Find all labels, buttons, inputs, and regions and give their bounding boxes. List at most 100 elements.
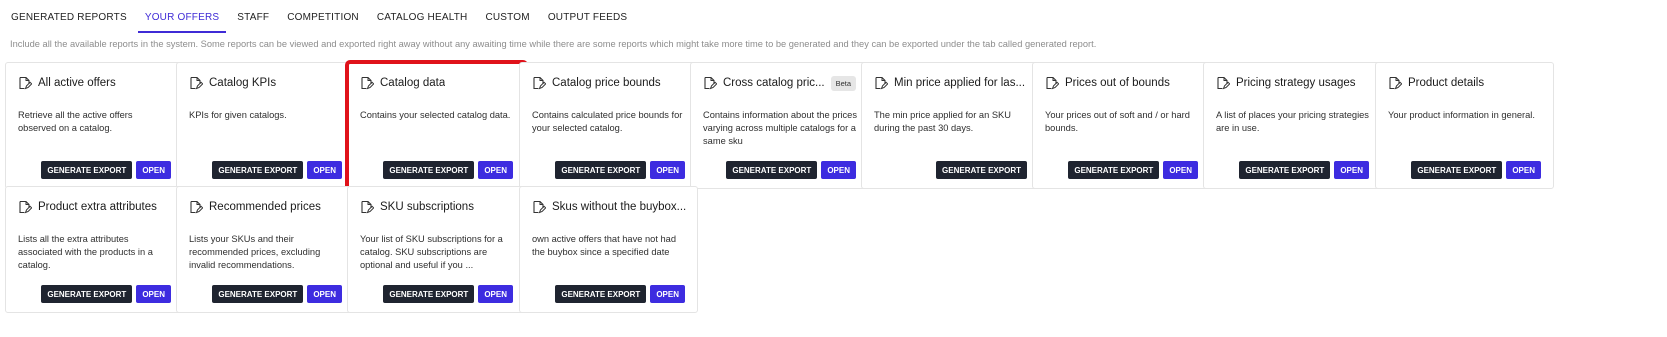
card-title: Product extra attributes	[38, 201, 157, 213]
tab-output-feeds[interactable]: OUTPUT FEEDS	[541, 0, 634, 33]
card-header: Catalog data	[360, 75, 517, 91]
edit-document-icon	[18, 200, 33, 214]
card-header: Cross catalog pric... Beta	[703, 75, 860, 91]
card-description: A list of places your pricing strategies…	[1216, 110, 1369, 133]
card-header: Prices out of bounds	[1045, 75, 1202, 91]
open-button[interactable]: OPEN	[307, 285, 342, 303]
card-title: Prices out of bounds	[1065, 77, 1170, 89]
card-actions: GENERATE EXPORT OPEN	[41, 161, 171, 179]
card-actions: GENERATE EXPORT OPEN	[555, 161, 685, 179]
tab-generated-reports[interactable]: GENERATED REPORTS	[4, 0, 134, 33]
open-button[interactable]: OPEN	[650, 285, 685, 303]
card-description: Contains your selected catalog data.	[360, 110, 511, 120]
report-card-product-details: Product details Your product information …	[1375, 62, 1554, 189]
card-actions: GENERATE EXPORT OPEN	[1068, 161, 1198, 179]
card-title: Product details	[1408, 77, 1485, 89]
generate-export-button[interactable]: GENERATE EXPORT	[726, 161, 818, 179]
generate-export-button[interactable]: GENERATE EXPORT	[41, 161, 133, 179]
card-title: SKU subscriptions	[380, 201, 474, 213]
edit-document-icon	[1216, 76, 1231, 90]
card-description: Lists your SKUs and their recommended pr…	[189, 234, 321, 270]
card-title: Cross catalog pric...	[723, 77, 825, 89]
generate-export-button[interactable]: GENERATE EXPORT	[383, 161, 475, 179]
card-actions: GENERATE EXPORT OPEN	[383, 161, 513, 179]
edit-document-icon	[532, 76, 547, 90]
card-actions: GENERATE EXPORT OPEN	[555, 285, 685, 303]
report-card-catalog-kpis: Catalog KPIs KPIs for given catalogs. GENE…	[176, 62, 355, 189]
open-button[interactable]: OPEN	[821, 161, 856, 179]
open-button[interactable]: OPEN	[136, 285, 171, 303]
edit-document-icon	[1045, 76, 1060, 90]
page-description: Include all the available reports in the…	[10, 39, 1097, 49]
tab-catalog-health[interactable]: CATALOG HEALTH	[370, 0, 475, 33]
card-title: Skus without the buybox...	[552, 201, 687, 213]
report-card-product-extra-attributes: Product extra attributes Lists all the ex…	[5, 186, 184, 313]
card-description: own active offers that have not had the …	[532, 234, 677, 257]
generate-export-button[interactable]: GENERATE EXPORT	[212, 161, 304, 179]
open-button[interactable]: OPEN	[1163, 161, 1198, 179]
tab-staff[interactable]: STAFF	[230, 0, 276, 33]
report-card-prices-out-of-bounds: Prices out of bounds Your prices out of s…	[1032, 62, 1211, 189]
generate-export-button[interactable]: GENERATE EXPORT	[555, 161, 647, 179]
card-header: Pricing strategy usages	[1216, 75, 1373, 91]
card-description: KPIs for given catalogs.	[189, 110, 287, 120]
open-button[interactable]: OPEN	[478, 285, 513, 303]
card-description: Your prices out of soft and / or hard bo…	[1045, 110, 1190, 133]
tab-custom[interactable]: CUSTOM	[478, 0, 536, 33]
card-header: Catalog KPIs	[189, 75, 346, 91]
card-header: All active offers	[18, 75, 175, 91]
edit-document-icon	[360, 76, 375, 90]
card-actions: GENERATE EXPORT OPEN	[1239, 161, 1369, 179]
card-title: Recommended prices	[209, 201, 321, 213]
generate-export-button[interactable]: GENERATE EXPORT	[1411, 161, 1503, 179]
card-title: Catalog KPIs	[209, 77, 277, 89]
beta-badge: Beta	[830, 75, 857, 91]
generate-export-button[interactable]: GENERATE EXPORT	[1068, 161, 1160, 179]
card-title: Min price applied for las...	[894, 77, 1026, 89]
report-card-pricing-strategy-usages: Pricing strategy usages A list of places …	[1203, 62, 1382, 189]
edit-document-icon	[703, 76, 718, 90]
card-description: Lists all the extra attributes associate…	[18, 234, 153, 270]
report-card-catalog-data: Catalog data Contains your selected catal…	[345, 60, 528, 191]
card-header: Catalog price bounds	[532, 75, 689, 91]
card-title: Catalog price bounds	[552, 77, 661, 89]
generate-export-button[interactable]: GENERATE EXPORT	[1239, 161, 1331, 179]
report-card-all-active-offers: All active offers Retrieve all the active…	[5, 62, 184, 189]
generate-export-button[interactable]: GENERATE EXPORT	[936, 161, 1027, 179]
open-button[interactable]: OPEN	[1506, 161, 1541, 179]
card-header: Skus without the buybox...	[532, 199, 689, 215]
card-description: Retrieve all the active offers observed …	[18, 110, 133, 133]
card-header: Min price applied for las...	[874, 75, 1031, 91]
card-actions: GENERATE EXPORT OPEN	[1411, 161, 1541, 179]
card-description: Contains information about the prices va…	[703, 110, 858, 146]
card-description: Your list of SKU subscriptions for a cat…	[360, 234, 503, 270]
report-card-cross-catalog-pric: Cross catalog pric... Beta Contains inform…	[690, 62, 869, 189]
tab-competition[interactable]: COMPETITION	[280, 0, 366, 33]
edit-document-icon	[532, 200, 547, 214]
card-title: Catalog data	[380, 77, 446, 89]
report-card-recommended-prices: Recommended prices Lists your SKUs and th…	[176, 186, 355, 313]
generate-export-button[interactable]: GENERATE EXPORT	[212, 285, 304, 303]
generate-export-button[interactable]: GENERATE EXPORT	[41, 285, 133, 303]
generate-export-button[interactable]: GENERATE EXPORT	[383, 285, 475, 303]
card-header: SKU subscriptions	[360, 199, 517, 215]
card-header: Product extra attributes	[18, 199, 175, 215]
edit-document-icon	[18, 76, 33, 90]
card-header: Recommended prices	[189, 199, 346, 215]
open-button[interactable]: OPEN	[650, 161, 685, 179]
generate-export-button[interactable]: GENERATE EXPORT	[555, 285, 647, 303]
open-button[interactable]: OPEN	[1334, 161, 1369, 179]
edit-document-icon	[1388, 76, 1403, 90]
report-card-skus-without-the-buybox: Skus without the buybox... own active off…	[519, 186, 698, 313]
open-button[interactable]: OPEN	[478, 161, 513, 179]
report-card-min-price-applied-for-las: Min price applied for las... The min pric…	[861, 62, 1040, 189]
card-actions: GENERATE EXPORT OPEN	[383, 285, 513, 303]
tab-your-offers[interactable]: YOUR OFFERS	[137, 0, 227, 33]
edit-document-icon	[874, 76, 889, 90]
open-button[interactable]: OPEN	[136, 161, 171, 179]
card-description: Contains calculated price bounds for you…	[532, 110, 683, 133]
open-button[interactable]: OPEN	[307, 161, 342, 179]
report-tabs: GENERATED REPORTS YOUR OFFERS STAFF COMPETI…	[0, 0, 1667, 33]
report-card-catalog-price-bounds: Catalog price bounds Contains calculated …	[519, 62, 698, 189]
card-actions: GENERATE EXPORT OPEN	[212, 161, 342, 179]
